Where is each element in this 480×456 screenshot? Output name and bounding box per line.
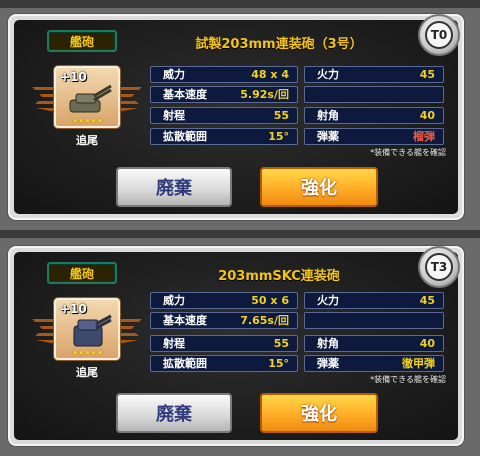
stat-range: 射程 55 xyxy=(150,335,298,352)
stat-firepower: 火力 45 xyxy=(304,292,444,309)
equipment-card-body: 艦砲 試製203mm連装砲（3号） +10 ★★★★★ 追尾 威力 48 x 4… xyxy=(14,20,458,214)
tier-label: T0 xyxy=(425,21,453,49)
stat-base-speed: 基本速度 5.92s/回 xyxy=(150,86,298,103)
equipment-card-1: 艦砲 試製203mm連装砲（3号） +10 ★★★★★ 追尾 威力 48 x 4… xyxy=(8,14,464,220)
stat-spread: 拡散範囲 15° xyxy=(150,128,298,145)
stat-angle: 射角 40 xyxy=(304,335,444,352)
stat-range: 射程 55 xyxy=(150,107,298,124)
anchor-badge-icon: T3 xyxy=(418,246,460,288)
naval-gun-icon xyxy=(73,314,112,347)
enhance-button[interactable]: 強化 xyxy=(260,393,378,433)
anchor-badge-icon: T0 xyxy=(418,14,460,56)
equipment-name: 試製203mm連装砲（3号） xyxy=(195,36,363,52)
enhance-button[interactable]: 強化 xyxy=(260,167,378,207)
stat-spread: 拡散範囲 15° xyxy=(150,355,298,372)
stat-power: 威力 48 x 4 xyxy=(150,66,298,83)
equipment-icon-card[interactable]: +10 ★★★★★ xyxy=(54,298,120,360)
stat-empty xyxy=(304,312,444,329)
stat-ammo: 弾薬 榴弾 xyxy=(304,128,444,145)
rarity-stars: ★★★★★ xyxy=(71,348,104,357)
equipment-name: 203mmSKC連装砲 xyxy=(218,268,340,284)
stat-power: 威力 50 x 6 xyxy=(150,292,298,309)
equipment-icon-card[interactable]: +10 ★★★★★ xyxy=(54,66,120,128)
equipment-type-badge: 艦砲 xyxy=(47,30,117,52)
scrap-button[interactable]: 廃棄 xyxy=(116,393,232,433)
stat-ammo: 弾薬 徹甲弾 xyxy=(304,355,444,372)
equipment-card-2: 艦砲 203mmSKC連装砲 +10 ★★★★★ 追尾 威力 50 x 6 基本… xyxy=(8,246,464,446)
equipment-type-badge: 艦砲 xyxy=(47,262,117,284)
equippable-ships-note[interactable]: *装備できる艦を確認 xyxy=(370,374,446,385)
tier-label: T3 xyxy=(425,253,453,281)
stat-empty xyxy=(304,86,444,103)
naval-gun-icon xyxy=(69,84,112,113)
stat-base-speed: 基本速度 7.65s/回 xyxy=(150,312,298,329)
stat-firepower: 火力 45 xyxy=(304,66,444,83)
equipment-card-body: 艦砲 203mmSKC連装砲 +10 ★★★★★ 追尾 威力 50 x 6 基本… xyxy=(14,252,458,440)
rarity-stars: ★★★★★ xyxy=(71,116,104,125)
scrap-button[interactable]: 廃棄 xyxy=(116,167,232,207)
equipment-tag: 追尾 xyxy=(76,366,98,379)
equippable-ships-note[interactable]: *装備できる艦を確認 xyxy=(370,147,446,158)
stat-angle: 射角 40 xyxy=(304,107,444,124)
equipment-tag: 追尾 xyxy=(76,134,98,147)
